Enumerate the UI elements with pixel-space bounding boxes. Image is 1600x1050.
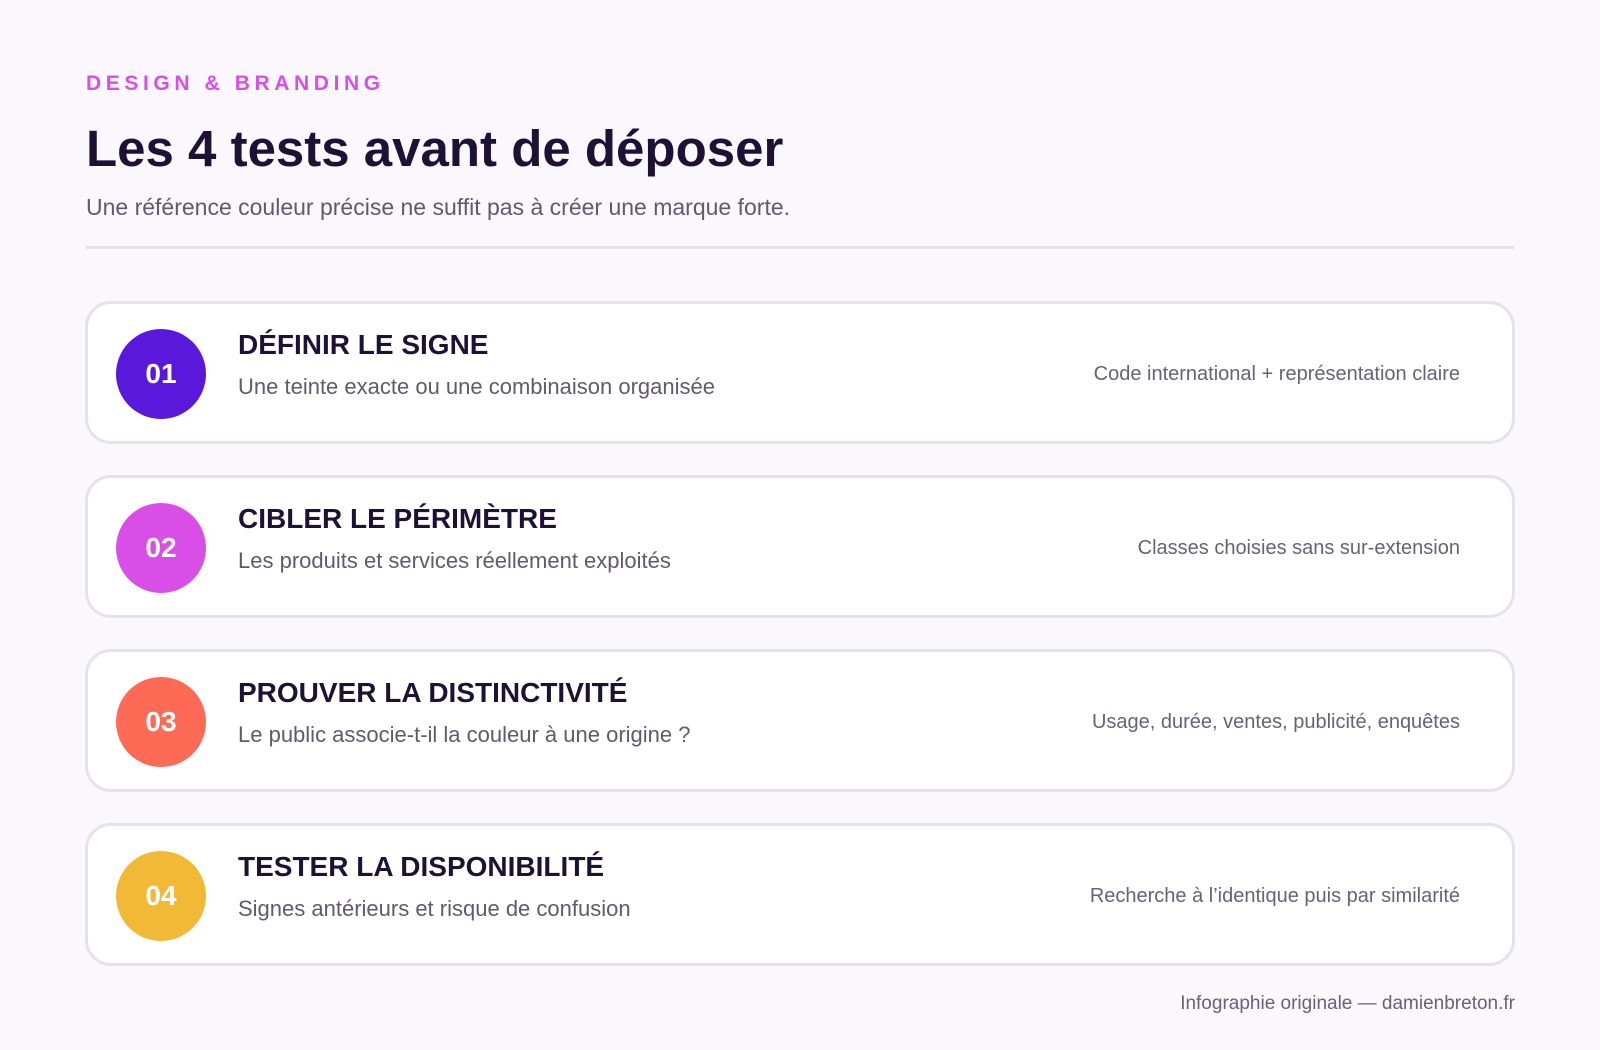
steps-list: 01 DÉFINIR LE SIGNE Une teinte exacte ou… <box>85 301 1515 997</box>
step-title: CIBLER LE PÉRIMÈTRE <box>238 503 557 534</box>
step-title: DÉFINIR LE SIGNE <box>238 329 489 360</box>
step-card: 04 TESTER LA DISPONIBILITÉ Signes antéri… <box>85 823 1515 966</box>
step-number-badge: 04 <box>116 851 206 941</box>
step-card: 02 CIBLER LE PÉRIMÈTRE Les produits et s… <box>85 475 1515 618</box>
step-description: Une teinte exacte ou une combinaison org… <box>238 374 715 399</box>
step-note: Usage, durée, ventes, publicité, enquête… <box>1091 711 1460 733</box>
page-subtitle: Une référence couleur précise ne suffit … <box>86 194 791 220</box>
step-description: Le public associe-t-il la couleur à une … <box>238 722 691 747</box>
step-description: Les produits et services réellement expl… <box>238 548 671 573</box>
infographic-page: { "header": { "eyebrow": "DESIGN & BRAND… <box>0 0 1600 1050</box>
step-card: 03 PROUVER LA DISTINCTIVITÉ Le public as… <box>85 649 1515 792</box>
step-number-badge: 01 <box>116 329 206 419</box>
step-number-badge: 02 <box>116 503 206 593</box>
step-note: Code international + représentation clai… <box>1093 363 1460 385</box>
step-note: Classes choisies sans sur-extension <box>1137 537 1460 559</box>
page-title: Les 4 tests avant de déposer <box>86 120 784 177</box>
step-card: 01 DÉFINIR LE SIGNE Une teinte exacte ou… <box>85 301 1515 444</box>
header-divider <box>86 246 1514 249</box>
step-title: PROUVER LA DISTINCTIVITÉ <box>238 677 628 708</box>
step-number-badge: 03 <box>116 677 206 767</box>
step-note: Recherche à l’identique puis par similar… <box>1089 885 1460 907</box>
category-eyebrow: DESIGN & BRANDING <box>86 72 385 95</box>
step-description: Signes antérieurs et risque de confusion <box>238 896 631 921</box>
footer-credit: Infographie originale — damienbreton.fr <box>1180 993 1515 1014</box>
step-title: TESTER LA DISPONIBILITÉ <box>238 851 605 882</box>
